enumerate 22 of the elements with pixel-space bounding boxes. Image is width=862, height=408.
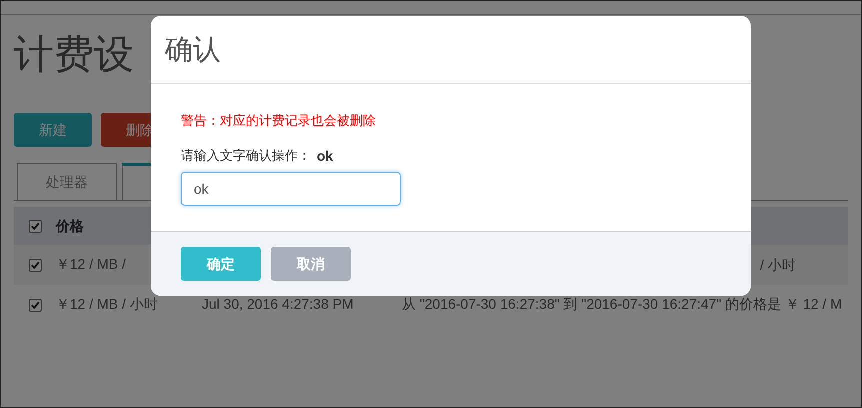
page-title: 计费设: [14, 35, 134, 75]
column-header: 价格: [56, 216, 84, 236]
table-cell: 从 "2016-07-30 16:27:38" 到 "2016-07-30 16:27:47" 的价格是 ￥ 12 / M: [402, 296, 842, 312]
table-cell-text: / 小时: [760, 256, 796, 274]
prompt-label: 请输入文字确认操作：: [181, 147, 311, 166]
table-cell: ￥12 / MB /: [56, 256, 126, 272]
check-icon: [30, 222, 40, 230]
dialog-button[interactable]: 确定: [181, 247, 261, 281]
dialog-button[interactable]: 取消: [271, 247, 351, 281]
warning-text: 警告：对应的计费记录也会被删除: [181, 112, 376, 130]
checkbox[interactable]: [28, 298, 42, 312]
dialog-title: 确认: [165, 32, 221, 66]
tab[interactable]: 处理器: [17, 163, 117, 200]
checkbox[interactable]: [28, 258, 42, 272]
table-cell: ￥12 / MB / 小时: [56, 296, 158, 312]
confirm-input[interactable]: ok: [181, 172, 401, 206]
check-icon: [30, 300, 40, 310]
confirm-keyword: ok: [317, 146, 334, 166]
toolbar-button[interactable]: 新建: [14, 113, 92, 147]
check-icon: [30, 260, 40, 270]
table-cell: Jul 30, 2016 4:27:38 PM: [202, 296, 354, 312]
checkbox[interactable]: [28, 220, 42, 232]
